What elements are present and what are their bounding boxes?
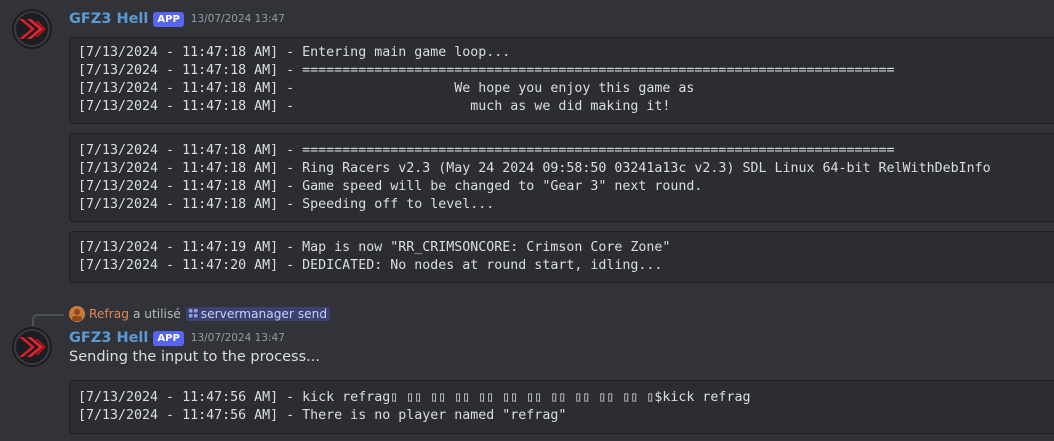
timestamp[interactable]: 13/07/2024 13:47 bbox=[191, 13, 285, 25]
command-reply-context: Refrag a utilisé servermanager send bbox=[69, 305, 331, 323]
code-line: [7/13/2024 - 11:47:18 AM] - ============… bbox=[78, 63, 895, 78]
code-line: [7/13/2024 - 11:47:18 AM] - much as we d… bbox=[78, 99, 671, 114]
code-block: [7/13/2024 - 11:47:19 AM] - Map is now "… bbox=[69, 231, 1054, 283]
code-block: [7/13/2024 - 11:47:18 AM] - Entering mai… bbox=[69, 37, 1054, 124]
timestamp[interactable]: 13/07/2024 13:47 bbox=[191, 332, 285, 344]
code-line: [7/13/2024 - 11:47:18 AM] - ============… bbox=[78, 143, 895, 158]
code-line: [7/13/2024 - 11:47:18 AM] - Game speed w… bbox=[78, 179, 703, 194]
code-line: [7/13/2024 - 11:47:56 AM] - kick refrag▯… bbox=[78, 390, 751, 405]
app-badge: APP bbox=[153, 11, 184, 27]
bot-avatar-icon[interactable] bbox=[12, 327, 52, 367]
reply-verb: a utilisé bbox=[132, 307, 181, 321]
code-line: [7/13/2024 - 11:47:18 AM] - Speeding off… bbox=[78, 197, 495, 212]
message-header: GFZ3 Hell APP 13/07/2024 13:47 bbox=[69, 328, 285, 348]
code-line: [7/13/2024 - 11:47:18 AM] - Ring Racers … bbox=[78, 161, 991, 176]
reply-username[interactable]: Refrag bbox=[89, 307, 129, 321]
reply-user-avatar-icon[interactable] bbox=[69, 306, 85, 322]
code-line: [7/13/2024 - 11:47:18 AM] - We hope you … bbox=[78, 81, 695, 96]
code-block: [7/13/2024 - 11:47:18 AM] - ============… bbox=[69, 133, 1054, 222]
bot-avatar-icon[interactable] bbox=[12, 9, 52, 49]
code-line: [7/13/2024 - 11:47:56 AM] - There is no … bbox=[78, 408, 567, 423]
reply-spine bbox=[32, 314, 64, 326]
code-line: [7/13/2024 - 11:47:20 AM] - DEDICATED: N… bbox=[78, 258, 663, 273]
command-name: servermanager send bbox=[200, 307, 328, 321]
slash-command-chip[interactable]: servermanager send bbox=[185, 307, 331, 321]
code-line: [7/13/2024 - 11:47:19 AM] - Map is now "… bbox=[78, 240, 671, 255]
message-header: GFZ3 Hell APP 13/07/2024 13:47 bbox=[69, 9, 285, 29]
username[interactable]: GFZ3 Hell bbox=[69, 11, 148, 27]
username[interactable]: GFZ3 Hell bbox=[69, 330, 148, 346]
code-block: [7/13/2024 - 11:47:56 AM] - kick refrag▯… bbox=[69, 380, 1054, 434]
code-line: [7/13/2024 - 11:47:18 AM] - Entering mai… bbox=[78, 45, 511, 60]
app-badge: APP bbox=[153, 330, 184, 346]
slash-command-icon bbox=[188, 307, 198, 321]
message-content: Sending the input to the process... bbox=[69, 349, 320, 365]
